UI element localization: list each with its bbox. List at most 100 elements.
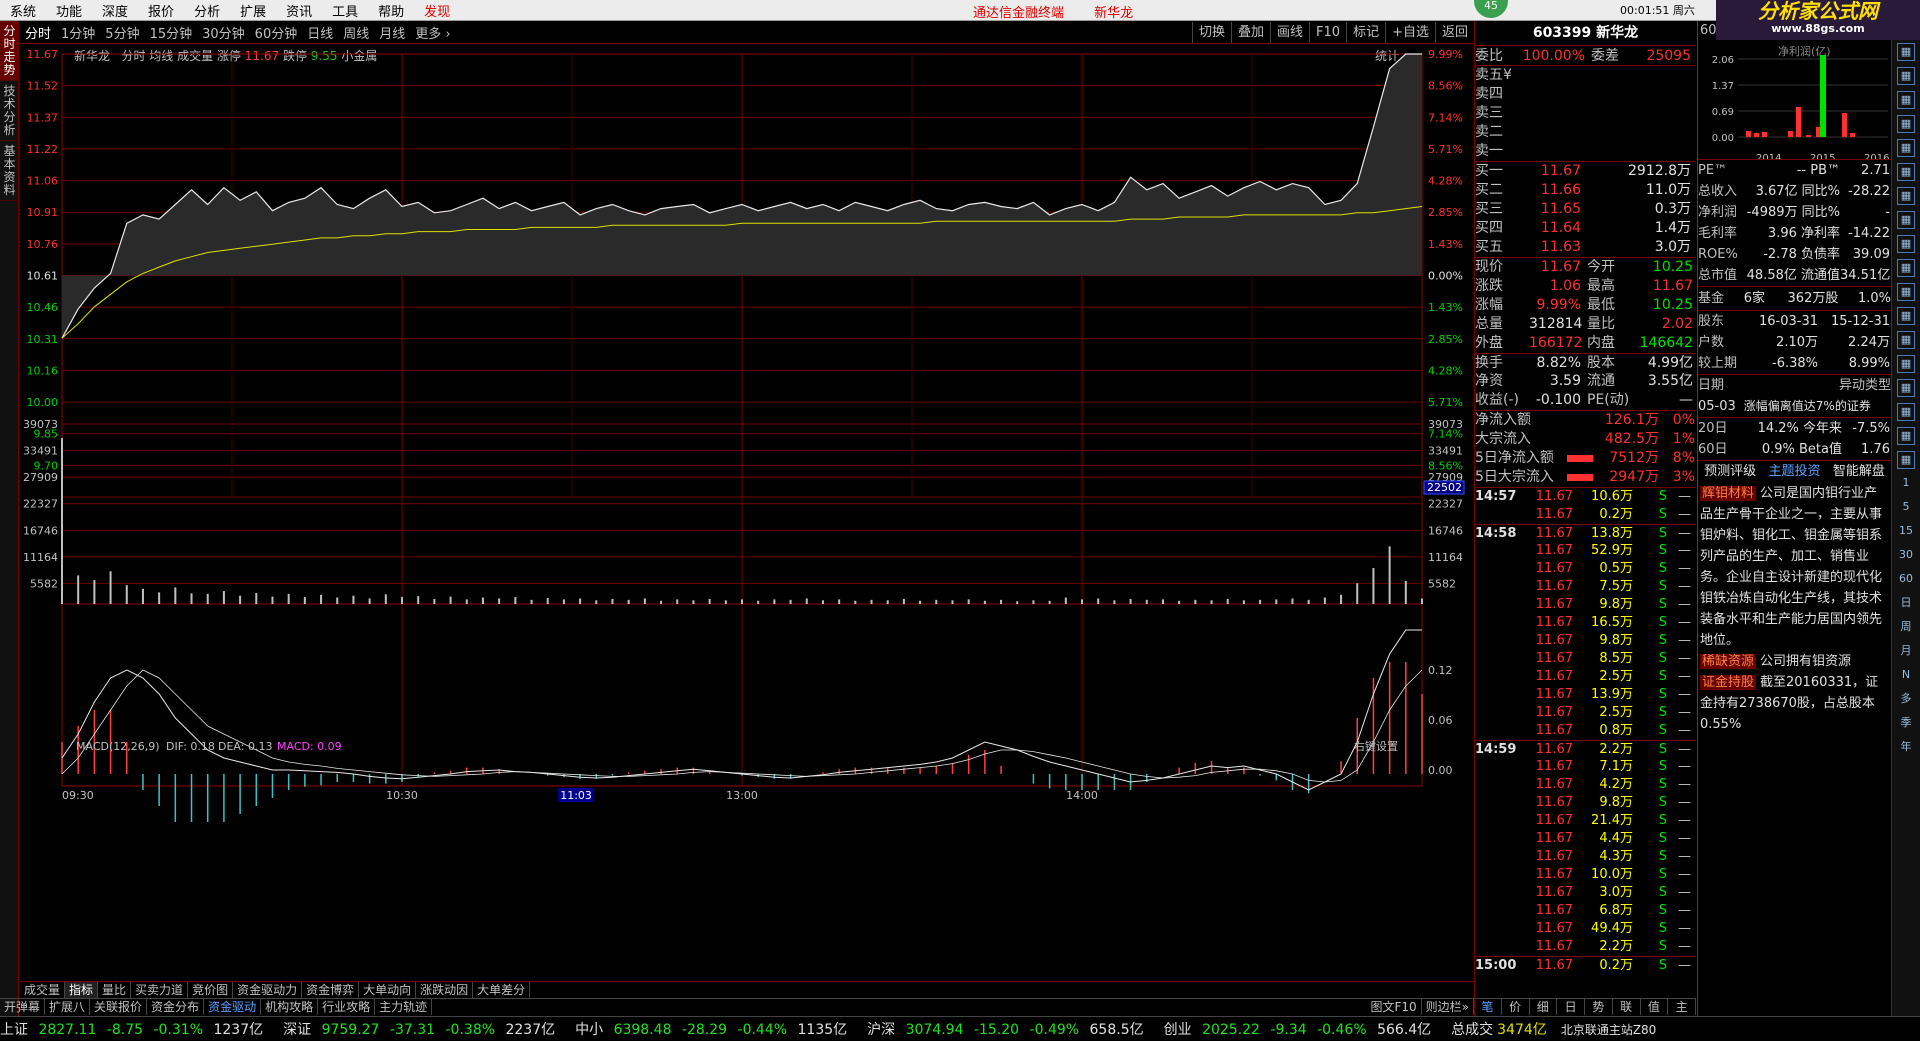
- period-shortcut[interactable]: 1: [1897, 475, 1915, 493]
- period-1min[interactable]: 1分钟: [56, 23, 100, 42]
- sidebar-tool-icon[interactable]: ▦: [1897, 211, 1915, 229]
- period-more[interactable]: 更多 ›: [410, 23, 455, 42]
- theme-tag[interactable]: 稀缺资源: [1700, 654, 1757, 669]
- sidebar-tool-icon[interactable]: ▦: [1897, 163, 1915, 181]
- period-week[interactable]: 周线: [338, 23, 374, 42]
- index-item[interactable]: 上证 2827.11 -8.75 -0.31% 1237亿: [0, 1019, 269, 1039]
- tab-inst-guide[interactable]: 机构攻略: [261, 999, 319, 1015]
- period-shortcut[interactable]: 季: [1897, 715, 1915, 733]
- period-shortcut[interactable]: 60: [1897, 571, 1915, 589]
- sidebar-tool-icon[interactable]: ▦: [1897, 379, 1915, 397]
- menu-analysis[interactable]: 分析: [184, 1, 230, 20]
- tab-ext8[interactable]: 扩展八: [45, 999, 91, 1015]
- tab-volume[interactable]: 成交量: [20, 982, 66, 998]
- qtab-main[interactable]: 主: [1668, 999, 1696, 1015]
- period-shortcut[interactable]: 周: [1897, 619, 1915, 637]
- sidebar-tool-icon[interactable]: ▦: [1897, 91, 1915, 109]
- tab-smart[interactable]: 智能解盘: [1833, 461, 1885, 481]
- menu-discover[interactable]: 发现: [414, 1, 460, 20]
- period-30min[interactable]: 30分钟: [197, 23, 250, 42]
- sidebar-tool-icon[interactable]: ▦: [1897, 283, 1915, 301]
- menu-tools[interactable]: 工具: [322, 1, 368, 20]
- period-shortcut[interactable]: 日: [1897, 595, 1915, 613]
- menu-extend[interactable]: 扩展: [230, 1, 276, 20]
- sidebar-tool-icon[interactable]: ▦: [1897, 307, 1915, 325]
- tab-main-track[interactable]: 主力轨迹: [375, 999, 433, 1015]
- qtab-link[interactable]: 联: [1613, 999, 1641, 1015]
- sidebar-tool-icon[interactable]: ▦: [1897, 67, 1915, 85]
- tab-fund-dist[interactable]: 资金分布: [147, 999, 205, 1015]
- period-shortcut[interactable]: N: [1897, 667, 1915, 685]
- index-item[interactable]: 创业 2025.22 -9.34 -0.46% 566.4亿: [1164, 1019, 1438, 1039]
- qtab-detail[interactable]: 细: [1530, 999, 1558, 1015]
- sidebar-tool-icon[interactable]: ▦: [1897, 115, 1915, 133]
- theme-tag[interactable]: 证金持股: [1700, 675, 1757, 690]
- tab-fundamental[interactable]: 基本资料: [0, 141, 19, 201]
- macd-setting[interactable]: 右键设置: [1354, 739, 1398, 753]
- period-shortcut[interactable]: 年: [1897, 739, 1915, 757]
- index-item[interactable]: 深证 9759.27 -37.31 -0.38% 2237亿: [283, 1019, 561, 1039]
- tab-technical[interactable]: 技术分析: [0, 81, 19, 141]
- mark-button[interactable]: 标记: [1346, 22, 1385, 43]
- period-month[interactable]: 月线: [374, 23, 410, 42]
- tab-big-order[interactable]: 大单动向: [359, 982, 417, 998]
- sidebar-tool-icon[interactable]: ▦: [1897, 43, 1915, 61]
- qtab-price[interactable]: 价: [1502, 999, 1530, 1015]
- index-item[interactable]: 中小 6398.48 -28.29 -0.44% 1135亿: [575, 1019, 853, 1039]
- tab-fund-game[interactable]: 资金博弈: [302, 982, 360, 998]
- sidebar-tool-icon[interactable]: ▦: [1897, 331, 1915, 349]
- tab-fund-drive2[interactable]: 资金驱动: [204, 999, 262, 1015]
- tab-volume-ratio[interactable]: 量比: [98, 982, 132, 998]
- period-5min[interactable]: 5分钟: [100, 23, 144, 42]
- back-button[interactable]: 返回: [1434, 22, 1474, 43]
- period-shortcut[interactable]: 5: [1897, 499, 1915, 517]
- tick-list[interactable]: 14:57 11.67 10.6万 S — 11.67 0.2万 S — 14:58 11.67 13…: [1475, 487, 1696, 974]
- menu-help[interactable]: 帮助: [368, 1, 414, 20]
- period-shortcut[interactable]: 15: [1897, 523, 1915, 541]
- menu-depth[interactable]: 深度: [92, 1, 138, 20]
- add-watchlist-button[interactable]: +自选: [1385, 22, 1435, 43]
- period-15min[interactable]: 15分钟: [145, 23, 198, 42]
- index-item[interactable]: 沪深 3074.94 -15.20 -0.49% 658.5亿: [867, 1019, 1149, 1039]
- qtab-value[interactable]: 值: [1641, 999, 1669, 1015]
- sidebar-tool-icon[interactable]: ▦: [1897, 403, 1915, 421]
- overlay-button[interactable]: 叠加: [1231, 22, 1270, 43]
- qtab-day[interactable]: 日: [1557, 999, 1585, 1015]
- tab-industry-guide[interactable]: 行业攻略: [318, 999, 376, 1015]
- tab-indicator[interactable]: 指标: [65, 982, 99, 998]
- sidebar-tool-icon[interactable]: ▦: [1897, 259, 1915, 277]
- menu-function[interactable]: 功能: [46, 1, 92, 20]
- qtab-trend[interactable]: 势: [1585, 999, 1613, 1015]
- tab-auction[interactable]: 竞价图: [188, 982, 234, 998]
- tab-big-diff[interactable]: 大单差分: [473, 982, 531, 998]
- tab-theme[interactable]: 主题投资: [1768, 461, 1820, 481]
- sidebar-tool-icon[interactable]: ▦: [1897, 187, 1915, 205]
- theme-tag[interactable]: 辉钼材料: [1700, 486, 1757, 501]
- intraday-chart[interactable]: 11.67 9.99% 11.52 8.56% 11.37 7.14% 11.22 5.71%…: [20, 44, 1474, 981]
- sidebar-tool-icon[interactable]: ▦: [1897, 139, 1915, 157]
- tab-cause[interactable]: 涨跌动因: [416, 982, 474, 998]
- period-60min[interactable]: 60分钟: [250, 23, 303, 42]
- menu-system[interactable]: 系统: [0, 1, 46, 20]
- tab-fund-drive[interactable]: 资金驱动力: [233, 982, 303, 998]
- draw-button[interactable]: 画线: [1270, 22, 1309, 43]
- sidebar-tool-icon[interactable]: ▦: [1897, 235, 1915, 253]
- f10-button[interactable]: F10: [1309, 22, 1346, 43]
- qtab-tick[interactable]: 笔: [1474, 999, 1502, 1015]
- tab-intraday[interactable]: 分时走势: [0, 21, 19, 81]
- period-shortcut[interactable]: 30: [1897, 547, 1915, 565]
- sidebar-tool-icon[interactable]: ▦: [1897, 451, 1915, 469]
- menu-quote[interactable]: 报价: [138, 1, 184, 20]
- switch-button[interactable]: 切换: [1191, 22, 1231, 43]
- tab-f10-text[interactable]: 图文F10: [1366, 999, 1422, 1015]
- menu-news[interactable]: 资讯: [276, 1, 322, 20]
- tab-sidebar[interactable]: 则边栏»: [1422, 999, 1474, 1015]
- tab-danmu[interactable]: 开弹幕: [0, 999, 46, 1015]
- tab-related[interactable]: 关联报价: [90, 999, 148, 1015]
- sidebar-tool-icon[interactable]: ▦: [1897, 427, 1915, 445]
- period-intraday[interactable]: 分时: [20, 23, 56, 42]
- period-shortcut[interactable]: 多: [1897, 691, 1915, 709]
- tab-buysell-force[interactable]: 买卖力道: [131, 982, 189, 998]
- tab-forecast[interactable]: 预测评级: [1704, 461, 1756, 481]
- period-day[interactable]: 日线: [302, 23, 338, 42]
